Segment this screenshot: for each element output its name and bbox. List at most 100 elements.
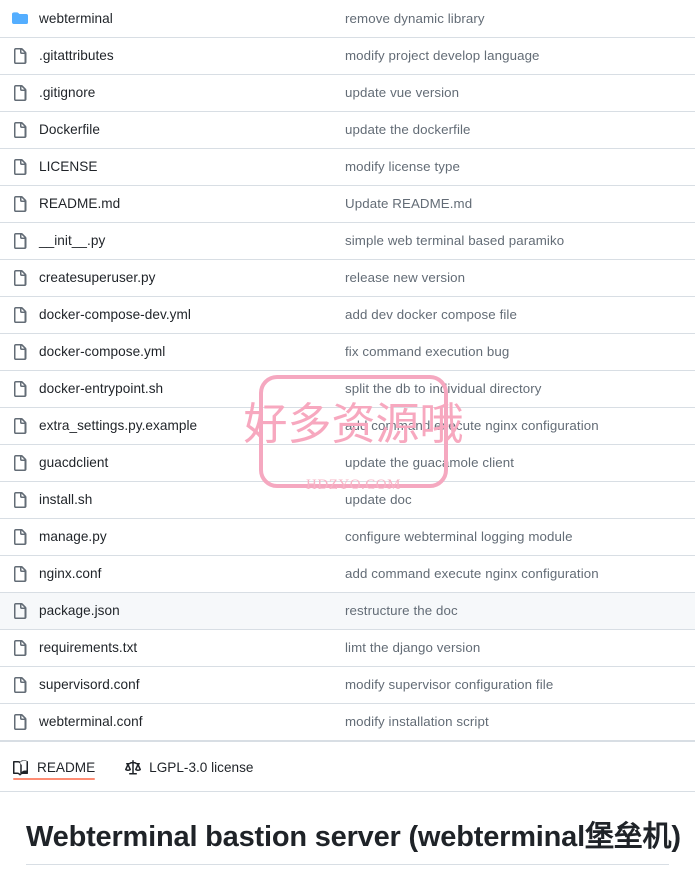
table-row[interactable]: docker-entrypoint.sh split the db to indi… xyxy=(0,370,695,407)
readme-heading: Webterminal bastion server (webterminal堡… xyxy=(26,820,681,853)
table-row[interactable]: webterminal.conf modify installation scri… xyxy=(0,703,695,740)
table-row[interactable]: createsuperuser.py release new version xyxy=(0,259,695,296)
file-icon xyxy=(13,306,27,323)
file-name-link[interactable]: guacdclient xyxy=(39,455,108,470)
table-row[interactable]: .gitattributes modify project develop lan… xyxy=(0,37,695,74)
file-name-wrapper: docker-compose-dev.yml xyxy=(12,306,345,323)
file-icon xyxy=(13,639,27,656)
file-name-link[interactable]: extra_settings.py.example xyxy=(39,418,197,433)
tab-lgpl-3-0-license[interactable]: LGPL-3.0 license xyxy=(125,741,253,791)
file-name-cell: .gitattributes xyxy=(0,37,345,74)
file-name-link[interactable]: .gitignore xyxy=(39,85,95,100)
file-name-wrapper: README.md xyxy=(12,195,345,212)
table-row[interactable]: package.json restructure the doc xyxy=(0,592,695,629)
table-row[interactable]: .gitignore update vue version xyxy=(0,74,695,111)
table-row[interactable]: Dockerfile update the dockerfile xyxy=(0,111,695,148)
commit-message-link[interactable]: update doc xyxy=(345,481,695,518)
commit-message-link[interactable]: modify installation script xyxy=(345,703,695,740)
table-row[interactable]: extra_settings.py.example add command exe… xyxy=(0,407,695,444)
file-name-wrapper: package.json xyxy=(12,602,345,619)
file-name-wrapper: webterminal.conf xyxy=(12,713,345,730)
commit-message-link[interactable]: simple web terminal based paramiko xyxy=(345,222,695,259)
table-row[interactable]: supervisord.conf modify supervisor config… xyxy=(0,666,695,703)
file-name-wrapper: nginx.conf xyxy=(12,565,345,582)
file-icon xyxy=(13,491,27,508)
table-row[interactable]: docker-compose-dev.yml add dev docker com… xyxy=(0,296,695,333)
file-name-wrapper: docker-entrypoint.sh xyxy=(12,380,345,397)
file-name-link[interactable]: Dockerfile xyxy=(39,122,100,137)
file-name-cell: manage.py xyxy=(0,518,345,555)
readme-heading-divider xyxy=(26,863,669,865)
table-row[interactable]: README.md Update README.md xyxy=(0,185,695,222)
file-name-cell: Dockerfile xyxy=(0,111,345,148)
table-row[interactable]: manage.py configure webterminal logging m… xyxy=(0,518,695,555)
readme-tab-bar: README LGPL-3.0 license xyxy=(0,740,695,792)
commit-message-link[interactable]: remove dynamic library xyxy=(345,0,695,37)
file-name-link[interactable]: docker-compose.yml xyxy=(39,344,165,359)
commit-message-link[interactable]: restructure the doc xyxy=(345,592,695,629)
commit-message-link[interactable]: add command execute nginx configuration xyxy=(345,555,695,592)
table-row[interactable]: requirements.txt limt the django version xyxy=(0,629,695,666)
file-name-cell: supervisord.conf xyxy=(0,666,345,703)
file-name-cell: webterminal xyxy=(0,0,345,37)
commit-message-link[interactable]: update the guacamole client xyxy=(345,444,695,481)
commit-message-link[interactable]: modify license type xyxy=(345,148,695,185)
file-name-link[interactable]: supervisord.conf xyxy=(39,677,140,692)
file-listing-table: webterminal remove dynamic library .gitatt… xyxy=(0,0,695,741)
file-name-link[interactable]: package.json xyxy=(39,603,120,618)
file-name-link[interactable]: docker-compose-dev.yml xyxy=(39,307,191,322)
table-row[interactable]: LICENSE modify license type xyxy=(0,148,695,185)
commit-message-link[interactable]: release new version xyxy=(345,259,695,296)
commit-message-link[interactable]: fix command execution bug xyxy=(345,333,695,370)
file-name-cell: docker-entrypoint.sh xyxy=(0,370,345,407)
table-row[interactable]: install.sh update doc xyxy=(0,481,695,518)
file-name-link[interactable]: .gitattributes xyxy=(39,48,114,63)
commit-message-link[interactable]: configure webterminal logging module xyxy=(345,518,695,555)
file-name-cell: nginx.conf xyxy=(0,555,345,592)
commit-message-link[interactable]: add dev docker compose file xyxy=(345,296,695,333)
file-name-link[interactable]: docker-entrypoint.sh xyxy=(39,381,163,396)
file-name-wrapper: manage.py xyxy=(12,528,345,545)
file-name-wrapper: .gitignore xyxy=(12,84,345,101)
commit-message-link[interactable]: update vue version xyxy=(345,74,695,111)
file-name-link[interactable]: __init__.py xyxy=(39,233,105,248)
file-name-link[interactable]: README.md xyxy=(39,196,120,211)
file-name-wrapper: Dockerfile xyxy=(12,121,345,138)
file-name-cell: __init__.py xyxy=(0,222,345,259)
file-listing-body: webterminal remove dynamic library .gitatt… xyxy=(0,0,695,740)
table-row[interactable]: __init__.py simple web terminal based par… xyxy=(0,222,695,259)
commit-message-link[interactable]: modify supervisor configuration file xyxy=(345,666,695,703)
commit-message-link[interactable]: split the db to individual directory xyxy=(345,370,695,407)
table-row[interactable]: webterminal remove dynamic library xyxy=(0,0,695,37)
file-icon xyxy=(13,602,27,619)
file-name-cell: docker-compose-dev.yml xyxy=(0,296,345,333)
file-icon xyxy=(13,343,27,360)
table-row[interactable]: guacdclient update the guacamole client xyxy=(0,444,695,481)
file-name-link[interactable]: install.sh xyxy=(39,492,92,507)
file-name-cell: LICENSE xyxy=(0,148,345,185)
file-name-link[interactable]: createsuperuser.py xyxy=(39,270,156,285)
commit-message-link[interactable]: add command execute nginx configuration xyxy=(345,407,695,444)
file-name-link[interactable]: requirements.txt xyxy=(39,640,137,655)
file-name-link[interactable]: manage.py xyxy=(39,529,107,544)
file-name-cell: requirements.txt xyxy=(0,629,345,666)
table-row[interactable]: docker-compose.yml fix command execution … xyxy=(0,333,695,370)
file-icon xyxy=(13,269,27,286)
tab-readme[interactable]: README xyxy=(13,741,96,791)
file-name-link[interactable]: nginx.conf xyxy=(39,566,101,581)
commit-message-link[interactable]: limt the django version xyxy=(345,629,695,666)
book-icon xyxy=(13,759,28,775)
file-name-cell: README.md xyxy=(0,185,345,222)
file-name-wrapper: supervisord.conf xyxy=(12,676,345,693)
commit-message-link[interactable]: update the dockerfile xyxy=(345,111,695,148)
readme-content: Webterminal bastion server (webterminal堡… xyxy=(0,792,695,865)
folder-name-link[interactable]: webterminal xyxy=(39,11,113,26)
table-row[interactable]: nginx.conf add command execute nginx conf… xyxy=(0,555,695,592)
file-name-link[interactable]: LICENSE xyxy=(39,159,98,174)
file-name-cell: guacdclient xyxy=(0,444,345,481)
commit-message-link[interactable]: Update README.md xyxy=(345,185,695,222)
file-icon xyxy=(13,380,27,397)
file-name-link[interactable]: webterminal.conf xyxy=(39,714,143,729)
commit-message-link[interactable]: modify project develop language xyxy=(345,37,695,74)
file-name-wrapper: guacdclient xyxy=(12,454,345,471)
